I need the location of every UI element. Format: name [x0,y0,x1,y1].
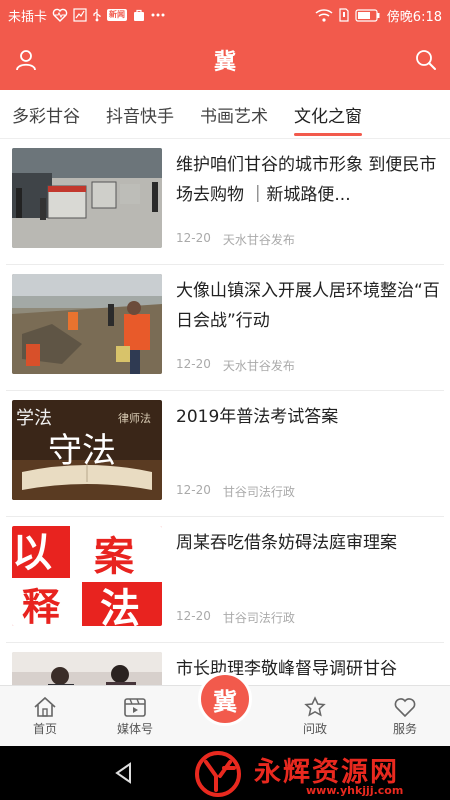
thumb-text-shoufa: 守法 [48,431,116,471]
media-icon [124,698,146,717]
news-source: 甘谷司法行政 [222,611,295,625]
news-title: 维护咱们甘谷的城市形象 到便民市场去购物 ｜新城路便... [176,155,437,205]
news-date: 12-20 [176,357,211,371]
more-dots-icon [151,13,165,17]
nav-wenzheng-label: 问政 [302,722,327,736]
profile-button[interactable] [10,44,42,76]
news-date: 12-20 [176,483,211,497]
tab-culture-window[interactable]: 文化之窗 [294,90,362,138]
thumb-text-xuefa: 学法 [16,408,52,429]
meeting-thumbnail [12,652,162,685]
nav-home-label: 首页 [32,722,57,736]
news-source: 天水甘谷发布 [222,233,295,247]
news-meta: 12-20 天水甘谷发布 [176,357,295,374]
star-icon [304,696,326,717]
watermark-url: www.yhkjjj.com [306,784,404,797]
thumb-text-lvshifa: 律师法 [118,411,151,425]
search-icon [416,50,436,70]
thumb-char-shi: 释 [22,584,61,626]
back-triangle-icon [115,762,131,784]
user-icon [16,50,36,71]
cleanup-thumbnail [12,274,162,374]
news-item[interactable]: 大像山镇深入开展人居环境整治“百日会战”行动 12-20 天水甘谷发布 [6,265,444,391]
search-button[interactable] [410,44,442,76]
news-app-badge: 新闻 [107,9,128,21]
case-poster-thumbnail: 以 案 释 法 [12,526,162,626]
news-item[interactable]: 以 案 释 法 周某吞吃借条妨碍法庭审理案 12-20 甘谷司法行政 [6,517,444,643]
news-source: 甘谷司法行政 [222,485,295,499]
nav-service-label: 服务 [392,722,417,736]
nav-service[interactable]: 服务 [360,686,450,746]
news-title: 2019年普法考试答案 [176,407,339,427]
watermark: 永辉资源网 www.yhkjjj.com [188,750,438,798]
nav-media[interactable]: 媒体号 [90,686,180,746]
law-book-thumbnail: 学法 守法 律师法 [12,400,162,500]
news-meta: 12-20 天水甘谷发布 [176,231,295,248]
news-meta: 12-20 甘谷司法行政 [176,483,295,500]
news-feed[interactable]: 维护咱们甘谷的城市形象 到便民市场去购物 ｜新城路便... 12-20 天水甘谷… [0,139,450,685]
carrier-text: 未插卡 [8,9,48,25]
nav-media-label: 媒体号 [116,722,153,736]
bottom-nav: 首页 媒体号 冀 问政 服务 [0,672,450,746]
news-title: 周某吞吃借条妨碍法庭审理案 [176,533,397,553]
heart-monitor-icon [52,8,68,22]
chart-icon [73,8,87,22]
app-header: 冀 [0,30,450,90]
tab-douyin-kuaishou[interactable]: 抖音快手 [106,90,174,138]
news-title: 大像山镇深入开展人居环境整治“百日会战”行动 [176,281,440,331]
heart-icon [394,698,416,718]
news-meta: 12-20 甘谷司法行政 [176,609,295,626]
tab-colorful-gangu[interactable]: 多彩甘谷 [12,90,80,138]
nav-center[interactable]: 冀 [180,672,270,746]
market-thumbnail [12,148,162,248]
watermark-logo-icon [195,751,241,797]
app-title: 冀 [213,50,236,75]
system-back-button[interactable] [114,762,134,788]
category-tabs: 多彩甘谷 抖音快手 书画艺术 文化之窗 [0,90,450,138]
sim-icon [339,8,349,22]
usb-icon [92,8,102,22]
thumb-char-an: 案 [94,533,135,580]
wifi-icon [315,8,333,22]
thumb-char-fa: 法 [100,585,140,626]
news-date: 12-20 [176,609,211,623]
news-item[interactable]: 维护咱们甘谷的城市形象 到便民市场去购物 ｜新城路便... 12-20 天水甘谷… [6,139,444,265]
news-item[interactable]: 学法 守法 律师法 2019年普法考试答案 12-20 甘谷司法行政 [6,391,444,517]
bag-icon [132,8,146,22]
clock-text: 傍晚6:18 [386,9,442,25]
home-icon [34,696,56,717]
nav-home[interactable]: 首页 [0,686,90,746]
system-nav-bar: 永辉资源网 www.yhkjjj.com [0,746,450,800]
battery-icon [355,8,381,22]
nav-wenzheng[interactable]: 问政 [270,686,360,746]
tab-calligraphy-art[interactable]: 书画艺术 [200,90,268,138]
thumb-char-yi: 以 [12,529,52,576]
news-date: 12-20 [176,231,211,245]
center-logo-button[interactable]: 冀 [198,672,252,726]
news-source: 天水甘谷发布 [222,359,295,373]
status-bar: 未插卡 新闻 傍晚6:18 [0,0,450,30]
